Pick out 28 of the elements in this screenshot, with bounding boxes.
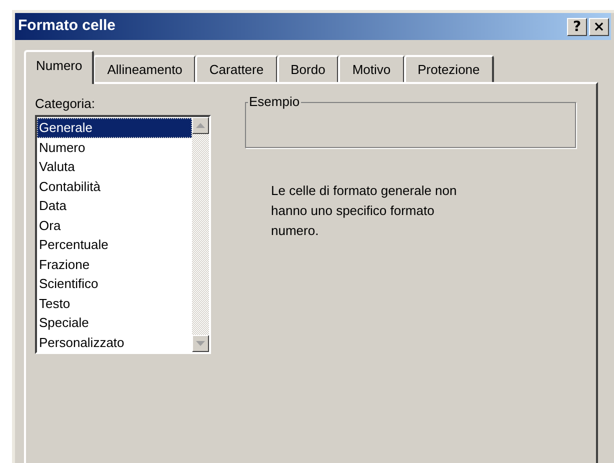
list-item[interactable]: Valuta [37, 157, 192, 176]
close-button[interactable]: × [589, 18, 609, 36]
help-button[interactable]: ? [567, 18, 587, 36]
list-item[interactable]: Scientifico [37, 274, 192, 294]
list-item[interactable]: Frazione [37, 254, 192, 274]
list-item[interactable]: Personalizzato [37, 332, 192, 352]
scrollbar[interactable] [192, 117, 209, 352]
window-title: Formato celle [18, 16, 117, 36]
description-text: Le celle di formato generale non hanno uno specifico formato numero. [271, 182, 458, 240]
tab[interactable]: Carattere [195, 55, 278, 83]
list-item[interactable]: Contabilità [37, 176, 192, 196]
tab[interactable]: Protezione [404, 55, 494, 83]
scroll-up-button[interactable] [192, 117, 209, 134]
down-arrow-icon [196, 341, 205, 346]
up-arrow-icon [196, 123, 205, 128]
tab[interactable]: Motivo [338, 55, 405, 83]
list-item[interactable]: Numero [37, 138, 192, 157]
tab[interactable]: Numero [24, 50, 94, 84]
tab[interactable]: Bordo [276, 55, 340, 83]
list-item[interactable]: Ora [37, 216, 192, 235]
list-item[interactable]: Percentuale [37, 235, 192, 254]
tab[interactable]: Allineamento [93, 55, 196, 83]
category-label: Categoria: [35, 95, 95, 113]
scroll-down-button[interactable] [192, 335, 209, 352]
list-item[interactable]: Data [37, 196, 192, 216]
list-item[interactable]: Testo [37, 294, 192, 313]
list-item[interactable]: Speciale [37, 313, 192, 332]
list-item[interactable]: Generale [37, 118, 192, 138]
